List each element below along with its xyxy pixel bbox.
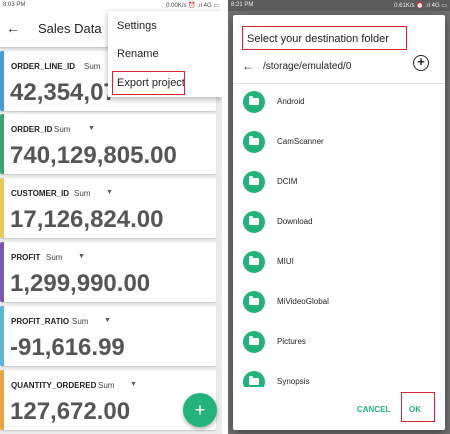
field-name: ORDER_ID (11, 125, 53, 134)
field-name: CUSTOMER_ID (11, 189, 70, 198)
aggregation-label: Sum (98, 381, 115, 390)
folder-name: Android (277, 97, 305, 106)
card-color-stripe (0, 242, 4, 302)
aggregation-label: Sum (74, 189, 91, 198)
folder-item-dcim[interactable]: DCIM (233, 167, 445, 207)
folder-icon (243, 91, 265, 113)
card-color-stripe (0, 178, 4, 238)
field-name: PROFIT_RATIO (11, 317, 70, 326)
aggregation-label: Sum (54, 125, 71, 134)
folder-name: MiVideoGlobal (277, 297, 329, 306)
destination-folder-dialog: Select your destination folder ← /storag… (233, 15, 445, 430)
measure-card-order-id[interactable]: ORDER_ID Sum ▼ 740,129,805.00 (0, 114, 216, 174)
dropdown-caret-icon[interactable]: ▼ (88, 125, 95, 132)
field-name: QUANTITY_ORDERED (11, 381, 97, 390)
current-path: /storage/emulated/0 (263, 61, 352, 72)
divider (233, 83, 445, 84)
field-name: ORDER_LINE_ID (11, 62, 76, 71)
folder-item-download[interactable]: Download (233, 207, 445, 247)
page-title: Sales Data (38, 21, 102, 36)
dropdown-caret-icon[interactable]: ▼ (104, 317, 111, 324)
folder-name: Synopsis (277, 377, 310, 386)
status-bar: 8:03 PM 0.00K/s ⏰ .ıl 4G ▭ (0, 0, 222, 11)
dropdown-caret-icon[interactable]: ▼ (130, 381, 137, 388)
metric-value: 17,126,824.00 (10, 206, 164, 233)
plus-icon: + (194, 400, 206, 420)
folder-icon (243, 131, 265, 153)
folder-name: Download (277, 217, 313, 226)
measure-card-profit-ratio[interactable]: PROFIT_RATIO Sum ▼ -91,616.99 (0, 306, 216, 366)
metric-value: 127,672.00 (10, 398, 131, 425)
dropdown-caret-icon[interactable]: ▼ (106, 189, 113, 196)
sales-data-screen: 8:03 PM 0.00K/s ⏰ .ıl 4G ▭ ← Sales Data … (0, 0, 222, 434)
aggregation-label: Sum (46, 253, 63, 262)
measure-card-profit[interactable]: PROFIT Sum ▼ 1,299,990.00 (0, 242, 216, 302)
folder-item-miui[interactable]: MIUI (233, 247, 445, 287)
folder-icon (243, 251, 265, 273)
dropdown-caret-icon[interactable]: ▼ (78, 253, 85, 260)
folder-icon (243, 331, 265, 353)
folder-item-android[interactable]: Android (233, 87, 445, 127)
measure-card-quantity-ordered[interactable]: QUANTITY_ORDERED Sum ▼ 127,672.00 (0, 370, 216, 430)
folder-name: MIUI (277, 257, 294, 266)
card-color-stripe (0, 306, 4, 366)
highlight-box (242, 26, 407, 50)
folder-item-mivideoglobal[interactable]: MiVideoGlobal (233, 287, 445, 327)
card-color-stripe (0, 370, 4, 430)
aggregation-label: Sum (84, 62, 101, 71)
status-time: 8:21 PM (231, 2, 254, 8)
menu-item-settings[interactable]: Settings (117, 20, 157, 32)
metric-value: 42,354,07 (10, 79, 117, 106)
card-color-stripe (0, 114, 4, 174)
add-circle-icon[interactable]: + (413, 55, 429, 71)
menu-item-rename[interactable]: Rename (117, 48, 159, 60)
status-bar: 8:21 PM 0.61K/s ⏰ .ıl 4G ▭ (228, 0, 450, 11)
folder-item-camscanner[interactable]: CamScanner (233, 127, 445, 167)
card-color-stripe (0, 51, 4, 111)
metric-value: 740,129,805.00 (10, 142, 177, 169)
folder-picker-screen: 8:21 PM 0.61K/s ⏰ .ıl 4G ▭ Select your d… (228, 0, 450, 434)
folder-icon (243, 291, 265, 313)
arrow-left-icon[interactable]: ← (242, 59, 254, 73)
folder-item-synopsis[interactable]: Synopsis (233, 367, 445, 387)
arrow-left-icon[interactable]: ← (6, 20, 22, 36)
folder-item-pictures[interactable]: Pictures (233, 327, 445, 367)
folder-icon (243, 371, 265, 387)
field-name: PROFIT (11, 253, 41, 262)
folder-list: Android CamScanner DCIM Download MIUI Mi… (233, 85, 445, 387)
highlight-box (112, 71, 185, 95)
folder-icon (243, 171, 265, 193)
metric-value: 1,299,990.00 (10, 270, 151, 297)
highlight-box (401, 392, 435, 422)
folder-name: CamScanner (277, 137, 324, 146)
cancel-button[interactable]: CANCEL (357, 405, 390, 414)
add-card-button[interactable]: + (183, 393, 217, 427)
folder-name: Pictures (277, 337, 306, 346)
overflow-menu: Settings Rename Export project (108, 11, 222, 97)
status-indicators: 0.00K/s ⏰ .ıl 4G ▭ (166, 3, 219, 9)
status-indicators: 0.61K/s ⏰ .ıl 4G ▭ (394, 3, 447, 9)
metric-value: -91,616.99 (10, 334, 125, 361)
folder-name: DCIM (277, 177, 298, 186)
aggregation-label: Sum (72, 317, 89, 326)
measure-card-customer-id[interactable]: CUSTOMER_ID Sum ▼ 17,126,824.00 (0, 178, 216, 238)
status-time: 8:03 PM (3, 2, 26, 8)
folder-icon (243, 211, 265, 233)
